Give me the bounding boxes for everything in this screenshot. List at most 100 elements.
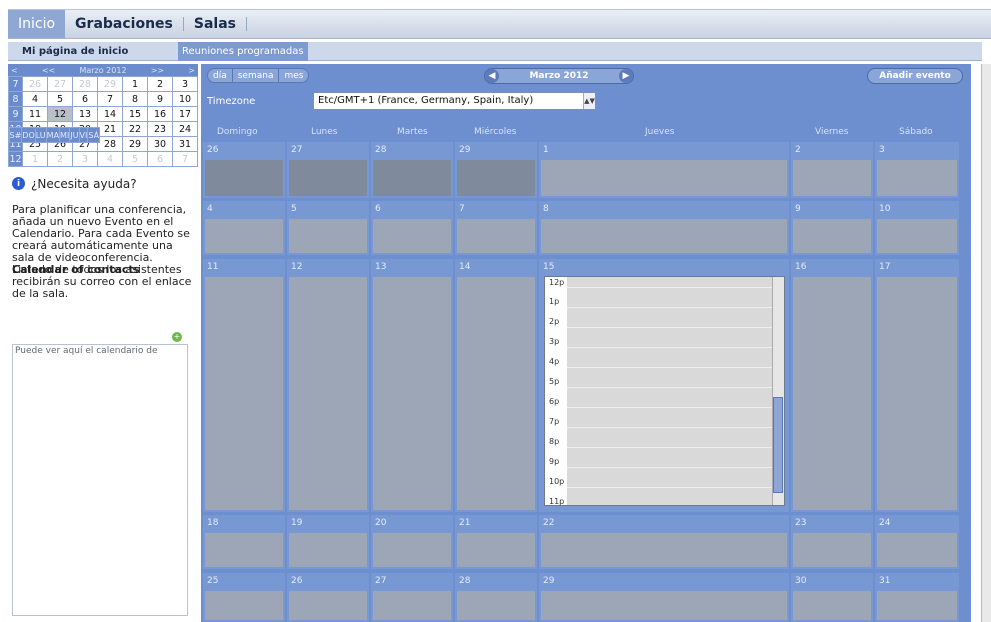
timezone-select[interactable]: Etc/GMT+1 (France, Germany, Spain, Italy… — [313, 92, 596, 110]
day-cell[interactable]: 20 — [371, 515, 453, 569]
week-number: 8 — [8, 91, 23, 107]
day-cell-outside[interactable]: 26 — [203, 142, 285, 198]
mini-day[interactable]: 11 — [22, 106, 48, 122]
next-year-button[interactable]: > — [188, 66, 195, 75]
day-cell[interactable]: 5 — [287, 201, 369, 255]
day-hour-list[interactable]: 12p 1p 2p 3p 4p 5p 6p 7p 8p 9p 10p 11p — [544, 276, 785, 506]
day-cell[interactable]: 23 — [791, 515, 873, 569]
day-cell-outside[interactable]: 27 — [287, 142, 369, 198]
day-cell[interactable]: 2 — [791, 142, 873, 198]
next-month-arrow-icon[interactable]: ▶ — [618, 69, 633, 83]
sidebar: < << Marzo 2012 >> > S# DO LU MA MI JU V… — [8, 64, 198, 622]
day-cell[interactable]: 13 — [371, 259, 453, 512]
scrollbar-thumb[interactable] — [773, 397, 783, 493]
mini-day[interactable]: 17 — [172, 106, 198, 122]
mini-day[interactable]: 28 — [97, 136, 123, 152]
prev-year-button[interactable]: < — [11, 66, 18, 75]
day-cell[interactable]: 25 — [203, 573, 285, 622]
mini-day[interactable]: 30 — [147, 136, 173, 152]
day-cell[interactable]: 8 — [539, 201, 789, 255]
mini-day[interactable]: 31 — [172, 136, 198, 152]
day-cell-outside[interactable]: 29 — [455, 142, 537, 198]
mini-day[interactable]: 8 — [122, 91, 148, 107]
add-contact-icon[interactable]: + — [172, 332, 182, 342]
mini-day[interactable]: 10 — [172, 91, 198, 107]
mini-day[interactable]: 29 — [122, 136, 148, 152]
hour-divider — [567, 447, 772, 448]
day-view-button[interactable]: día — [208, 69, 233, 82]
mini-day[interactable]: 14 — [97, 106, 123, 122]
day-cell[interactable]: 4 — [203, 201, 285, 255]
day-cell[interactable]: 31 — [875, 573, 959, 622]
day-cell[interactable]: 1 — [539, 142, 789, 198]
mini-day[interactable]: 4 — [22, 91, 48, 107]
mini-day[interactable]: 13 — [72, 106, 98, 122]
day-cell[interactable]: 29 — [539, 573, 789, 622]
day-cell[interactable]: 16 — [791, 259, 873, 512]
day-cell[interactable]: 14 — [455, 259, 537, 512]
day-cell[interactable]: 17 — [875, 259, 959, 512]
prev-month-arrow-icon[interactable]: ◀ — [485, 69, 499, 83]
day-cell[interactable]: 12 — [287, 259, 369, 512]
mini-day[interactable]: 6 — [147, 151, 173, 167]
day-cell-outside[interactable]: 28 — [371, 142, 453, 198]
month-view-button[interactable]: mes — [279, 69, 308, 82]
day-cell[interactable]: 26 — [287, 573, 369, 622]
mini-day[interactable]: 26 — [22, 76, 48, 92]
mini-day[interactable]: 23 — [147, 121, 173, 137]
mini-day[interactable]: 1 — [122, 76, 148, 92]
mini-day[interactable]: 4 — [97, 151, 123, 167]
tab-reuniones-programadas[interactable]: Reuniones programadas — [178, 42, 308, 61]
day-cell[interactable]: 7 — [455, 201, 537, 255]
mini-day[interactable]: 27 — [47, 76, 73, 92]
day-cell[interactable]: 9 — [791, 201, 873, 255]
mini-day[interactable]: 2 — [47, 151, 73, 167]
day-cell[interactable]: 10 — [875, 201, 959, 255]
prev-month-button[interactable]: << — [42, 66, 55, 75]
next-month-button[interactable]: >> — [151, 66, 164, 75]
day-cell[interactable]: 11 — [203, 259, 285, 512]
day-number: 5 — [291, 204, 297, 214]
tab-grabaciones[interactable]: Grabaciones — [65, 10, 183, 38]
hour-label: 5p — [549, 377, 560, 386]
mini-day[interactable]: 16 — [147, 106, 173, 122]
day-cell[interactable]: 18 — [203, 515, 285, 569]
mini-day[interactable]: 29 — [97, 76, 123, 92]
mini-day[interactable]: 3 — [172, 76, 198, 92]
mini-day[interactable]: 5 — [122, 151, 148, 167]
tab-inicio[interactable]: Inicio — [8, 10, 66, 38]
day-cell[interactable]: 28 — [455, 573, 537, 622]
mini-day[interactable]: 1 — [22, 151, 48, 167]
week-number: 12 — [8, 151, 23, 167]
mini-day-today[interactable]: 12 — [47, 106, 73, 122]
week-view-button[interactable]: semana — [233, 69, 280, 82]
mini-day[interactable]: 9 — [147, 91, 173, 107]
mini-day[interactable]: 22 — [122, 121, 148, 137]
tab-mi-pagina-de-inicio[interactable]: Mi página de inicio — [18, 42, 132, 61]
day-cell[interactable]: 21 — [455, 515, 537, 569]
tab-salas[interactable]: Salas — [184, 10, 246, 38]
mini-day[interactable]: 3 — [72, 151, 98, 167]
day-cell[interactable]: 19 — [287, 515, 369, 569]
mini-day[interactable]: 6 — [72, 91, 98, 107]
mini-day[interactable]: 24 — [172, 121, 198, 137]
day-cell[interactable]: 3 — [875, 142, 959, 198]
day-cell-body — [373, 160, 451, 196]
timezone-label: Timezone — [207, 96, 256, 107]
day-cell[interactable]: 30 — [791, 573, 873, 622]
mini-day[interactable]: 7 — [97, 91, 123, 107]
day-cell[interactable]: 24 — [875, 515, 959, 569]
mini-day[interactable]: 15 — [122, 106, 148, 122]
mini-day[interactable]: 7 — [172, 151, 198, 167]
mini-day[interactable]: 21 — [97, 121, 123, 137]
day-cell[interactable]: 22 — [539, 515, 789, 569]
page-scrollbar[interactable] — [981, 64, 991, 622]
add-event-button[interactable]: Añadir evento — [867, 68, 963, 84]
contacts-calendar-panel[interactable]: Puede ver aquí el calendario de — [12, 344, 188, 616]
day-cell[interactable]: 27 — [371, 573, 453, 622]
day-number: 21 — [459, 518, 471, 528]
mini-day[interactable]: 5 — [47, 91, 73, 107]
mini-day[interactable]: 28 — [72, 76, 98, 92]
day-cell[interactable]: 6 — [371, 201, 453, 255]
mini-day[interactable]: 2 — [147, 76, 173, 92]
